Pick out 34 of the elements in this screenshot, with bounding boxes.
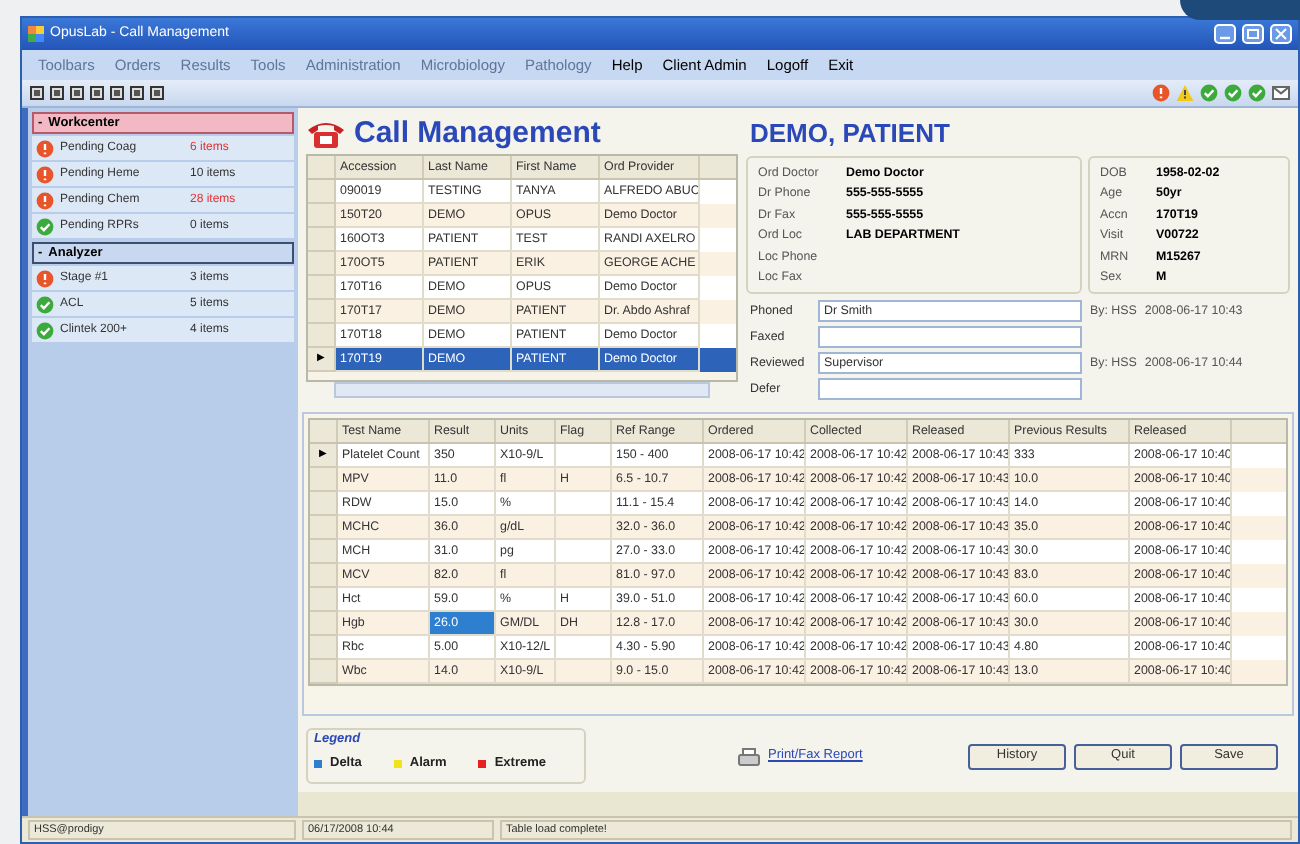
corner-decoration: [1180, 0, 1300, 20]
row-header[interactable]: [308, 180, 336, 204]
row-header[interactable]: [310, 540, 338, 564]
alert-icon: [1152, 84, 1170, 102]
input-field[interactable]: [818, 326, 1082, 348]
row-header[interactable]: [308, 252, 336, 276]
row-header[interactable]: [310, 636, 338, 660]
row-header[interactable]: [310, 564, 338, 588]
app-logo-icon: [28, 26, 44, 42]
printer-icon[interactable]: [738, 747, 760, 765]
row-header[interactable]: [308, 324, 336, 348]
row-header[interactable]: [310, 660, 338, 684]
close-icon[interactable]: [1270, 24, 1292, 44]
minimize-icon[interactable]: [1214, 24, 1236, 44]
input-field[interactable]: [818, 378, 1082, 400]
row-header[interactable]: [308, 276, 336, 300]
telephone-icon: [306, 118, 346, 150]
check-icon: [1200, 84, 1218, 102]
warning-icon: [1176, 84, 1194, 102]
envelope-icon: [1272, 84, 1290, 102]
row-header[interactable]: [310, 516, 338, 540]
check-icon: [1248, 84, 1266, 102]
table-cell: [556, 660, 612, 684]
row-header[interactable]: [310, 492, 338, 516]
row-header[interactable]: [310, 588, 338, 612]
row-header[interactable]: [308, 300, 336, 324]
patient-name: DEMO, PATIENT: [748, 116, 952, 150]
row-header[interactable]: [310, 612, 338, 636]
maximize-icon[interactable]: [1242, 24, 1264, 44]
row-header[interactable]: [308, 228, 336, 252]
row-header[interactable]: [308, 204, 336, 228]
check-icon: [1224, 84, 1242, 102]
page-heading: Call Management: [354, 113, 601, 154]
row-header[interactable]: [310, 468, 338, 492]
